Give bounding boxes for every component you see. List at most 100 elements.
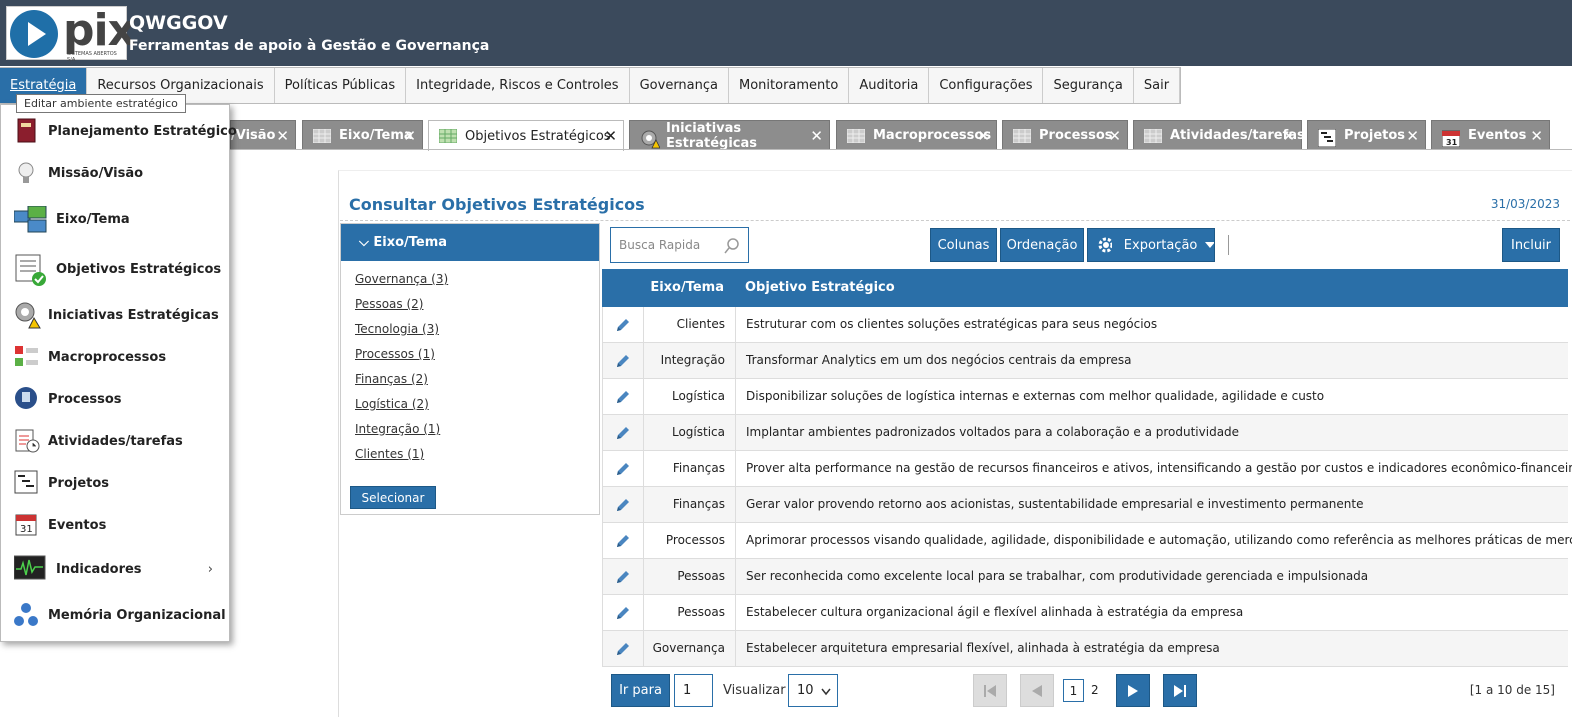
tab-atividades-tarefas[interactable]: Atividades/tarefas ✕ xyxy=(1133,120,1305,150)
dd-atividades-tarefas[interactable]: Atividades/tarefas xyxy=(1,421,229,461)
dd-processos[interactable]: Processos xyxy=(1,379,229,419)
grid-icon xyxy=(438,128,458,144)
dd-eixo-tema[interactable]: Eixo/Tema xyxy=(1,199,229,239)
pencil-icon[interactable] xyxy=(615,317,631,333)
pencil-icon[interactable] xyxy=(615,425,631,441)
export-button[interactable]: Exportação xyxy=(1087,228,1215,262)
tab-macroprocessos[interactable]: Macroprocessos ✕ xyxy=(836,120,997,150)
table-row: Logística Disponibilizar soluções de logí… xyxy=(602,379,1568,415)
dd-eventos[interactable]: 31 Eventos xyxy=(1,505,229,545)
filter-item[interactable]: Governança (3) xyxy=(355,267,585,292)
dd-label: Processos xyxy=(48,391,122,407)
title-divider xyxy=(340,220,1570,221)
dd-macroprocessos[interactable]: Macroprocessos xyxy=(1,337,229,377)
close-icon[interactable]: ✕ xyxy=(1530,127,1543,145)
pencil-icon[interactable] xyxy=(615,605,631,621)
ordering-button[interactable]: Ordenação xyxy=(1000,228,1084,262)
menu-sair[interactable]: Sair xyxy=(1134,68,1181,103)
menu-auditoria[interactable]: Auditoria xyxy=(849,68,930,103)
pencil-icon[interactable] xyxy=(615,641,631,657)
chevron-down-icon: ⌵ xyxy=(359,235,374,250)
pencil-icon[interactable] xyxy=(615,461,631,477)
page-size-select[interactable]: 10 xyxy=(788,674,838,707)
dd-objetivos-estrategicos[interactable]: Objetivos Estratégicos xyxy=(1,249,229,289)
tab-objetivos-estrategicos[interactable]: Objetivos Estratégicos ✕ xyxy=(428,120,624,151)
close-icon[interactable]: ✕ xyxy=(977,127,990,145)
dd-label: Objetivos Estratégicos xyxy=(56,261,222,277)
close-icon[interactable]: ✕ xyxy=(1406,127,1419,145)
search-input[interactable]: Busca Rapida xyxy=(610,227,749,263)
pencil-icon[interactable] xyxy=(615,497,631,513)
first-page-button[interactable] xyxy=(973,674,1007,707)
dd-planejamento-estrategico[interactable]: Planejamento Estratégico xyxy=(1,111,237,151)
table-row: Clientes Estruturar com os clientes soluç… xyxy=(602,307,1568,343)
menu-politicas-publicas[interactable]: Políticas Públicas xyxy=(275,68,407,103)
tab-processos[interactable]: Processos ✕ xyxy=(1002,120,1128,150)
goto-page-input[interactable]: 1 xyxy=(674,674,713,707)
export-label: Exportação xyxy=(1123,237,1198,253)
page-date: 31/03/2023 xyxy=(1490,197,1560,211)
filter-item[interactable]: Pessoas (2) xyxy=(355,292,585,317)
menu-seguranca[interactable]: Segurança xyxy=(1043,68,1134,103)
tab-iniciativas-estrategicas[interactable]: Iniciativas Estratégicas ✕ xyxy=(629,120,830,151)
menu-integridade[interactable]: Integridade, Riscos e Controles xyxy=(406,68,630,103)
first-page-icon xyxy=(984,684,996,697)
pix-logo: pix SISTEMAS ABERTOS S/A xyxy=(6,5,136,63)
page-current[interactable]: 1 xyxy=(1063,679,1084,702)
select-button[interactable]: Selecionar xyxy=(350,486,436,509)
cell-divider xyxy=(735,559,736,595)
tab-divider xyxy=(230,149,1572,150)
menu-configuracoes[interactable]: Configurações xyxy=(929,68,1044,103)
close-icon[interactable]: ✕ xyxy=(810,127,823,145)
pencil-icon[interactable] xyxy=(615,533,631,549)
cell-eixo-tema: Logística xyxy=(671,389,725,403)
tab-projetos[interactable]: Projetos ✕ xyxy=(1307,120,1426,150)
include-button[interactable]: Incluir xyxy=(1502,228,1560,262)
dd-label: Indicadores xyxy=(56,561,142,577)
tab-eixo-tema[interactable]: Eixo/Tema ✕ xyxy=(302,120,423,150)
close-icon[interactable]: ✕ xyxy=(1282,127,1295,145)
menu-monitoramento[interactable]: Monitoramento xyxy=(729,68,850,103)
close-icon[interactable]: ✕ xyxy=(403,127,416,145)
filter-item[interactable]: Clientes (1) xyxy=(355,442,585,467)
table-row: Integração Transformar Analytics em um do… xyxy=(602,343,1568,379)
tab-missao-visao[interactable]: /Visão ✕ xyxy=(230,120,296,150)
filter-item[interactable]: Tecnologia (3) xyxy=(355,317,585,342)
close-icon[interactable]: ✕ xyxy=(1108,127,1121,145)
close-icon[interactable]: ✕ xyxy=(276,127,289,145)
pencil-icon[interactable] xyxy=(615,353,631,369)
cell-eixo-tema: Finanças xyxy=(672,461,725,475)
dd-memoria-organizacional[interactable]: Memória Organizacional xyxy=(1,595,229,635)
last-page-button[interactable] xyxy=(1163,674,1197,707)
chevron-right-icon: › xyxy=(207,561,213,577)
tab-eventos[interactable]: 31 Eventos ✕ xyxy=(1431,120,1550,150)
app-subtitle: Ferramentas de apoio à Gestão e Governan… xyxy=(129,38,490,54)
table-row: Governança Estabelecer arquitetura empres… xyxy=(602,631,1568,667)
filter-item[interactable]: Processos (1) xyxy=(355,342,585,367)
dd-iniciativas-estrategicas[interactable]: Iniciativas Estratégicas xyxy=(1,295,229,335)
dd-projetos[interactable]: Projetos xyxy=(1,463,229,503)
cell-eixo-tema: Integração xyxy=(660,353,725,367)
filter-header[interactable]: ⌵ Eixo/Tema xyxy=(341,224,599,261)
close-icon[interactable]: ✕ xyxy=(604,127,617,145)
columns-button[interactable]: Colunas xyxy=(930,228,997,262)
dd-label: Memória Organizacional xyxy=(48,607,226,623)
header-eixo-tema[interactable]: Eixo/Tema xyxy=(646,280,724,295)
goto-button[interactable]: Ir para xyxy=(611,674,670,707)
tab-label: Macroprocessos xyxy=(873,128,992,143)
pencil-icon[interactable] xyxy=(615,569,631,585)
filter-item[interactable]: Logística (2) xyxy=(355,392,585,417)
dd-indicadores[interactable]: Indicadores › xyxy=(1,549,229,589)
dd-missao-visao[interactable]: Missão/Visão xyxy=(1,153,229,193)
next-page-button[interactable] xyxy=(1116,674,1150,707)
filter-item[interactable]: Finanças (2) xyxy=(355,367,585,392)
pencil-icon[interactable] xyxy=(615,389,631,405)
cell-objetivo: Implantar ambientes padronizados voltado… xyxy=(746,425,1240,439)
prev-page-button[interactable] xyxy=(1020,674,1054,707)
menu-governanca[interactable]: Governança xyxy=(630,68,729,103)
tooltip: Editar ambiente estratégico xyxy=(16,94,186,113)
header-objetivo[interactable]: Objetivo Estratégico xyxy=(745,280,895,295)
page-2[interactable]: 2 xyxy=(1091,683,1099,697)
estrategia-dropdown: Planejamento Estratégico Missão/Visão Ei… xyxy=(0,104,237,642)
filter-item[interactable]: Integração (1) xyxy=(355,417,585,442)
